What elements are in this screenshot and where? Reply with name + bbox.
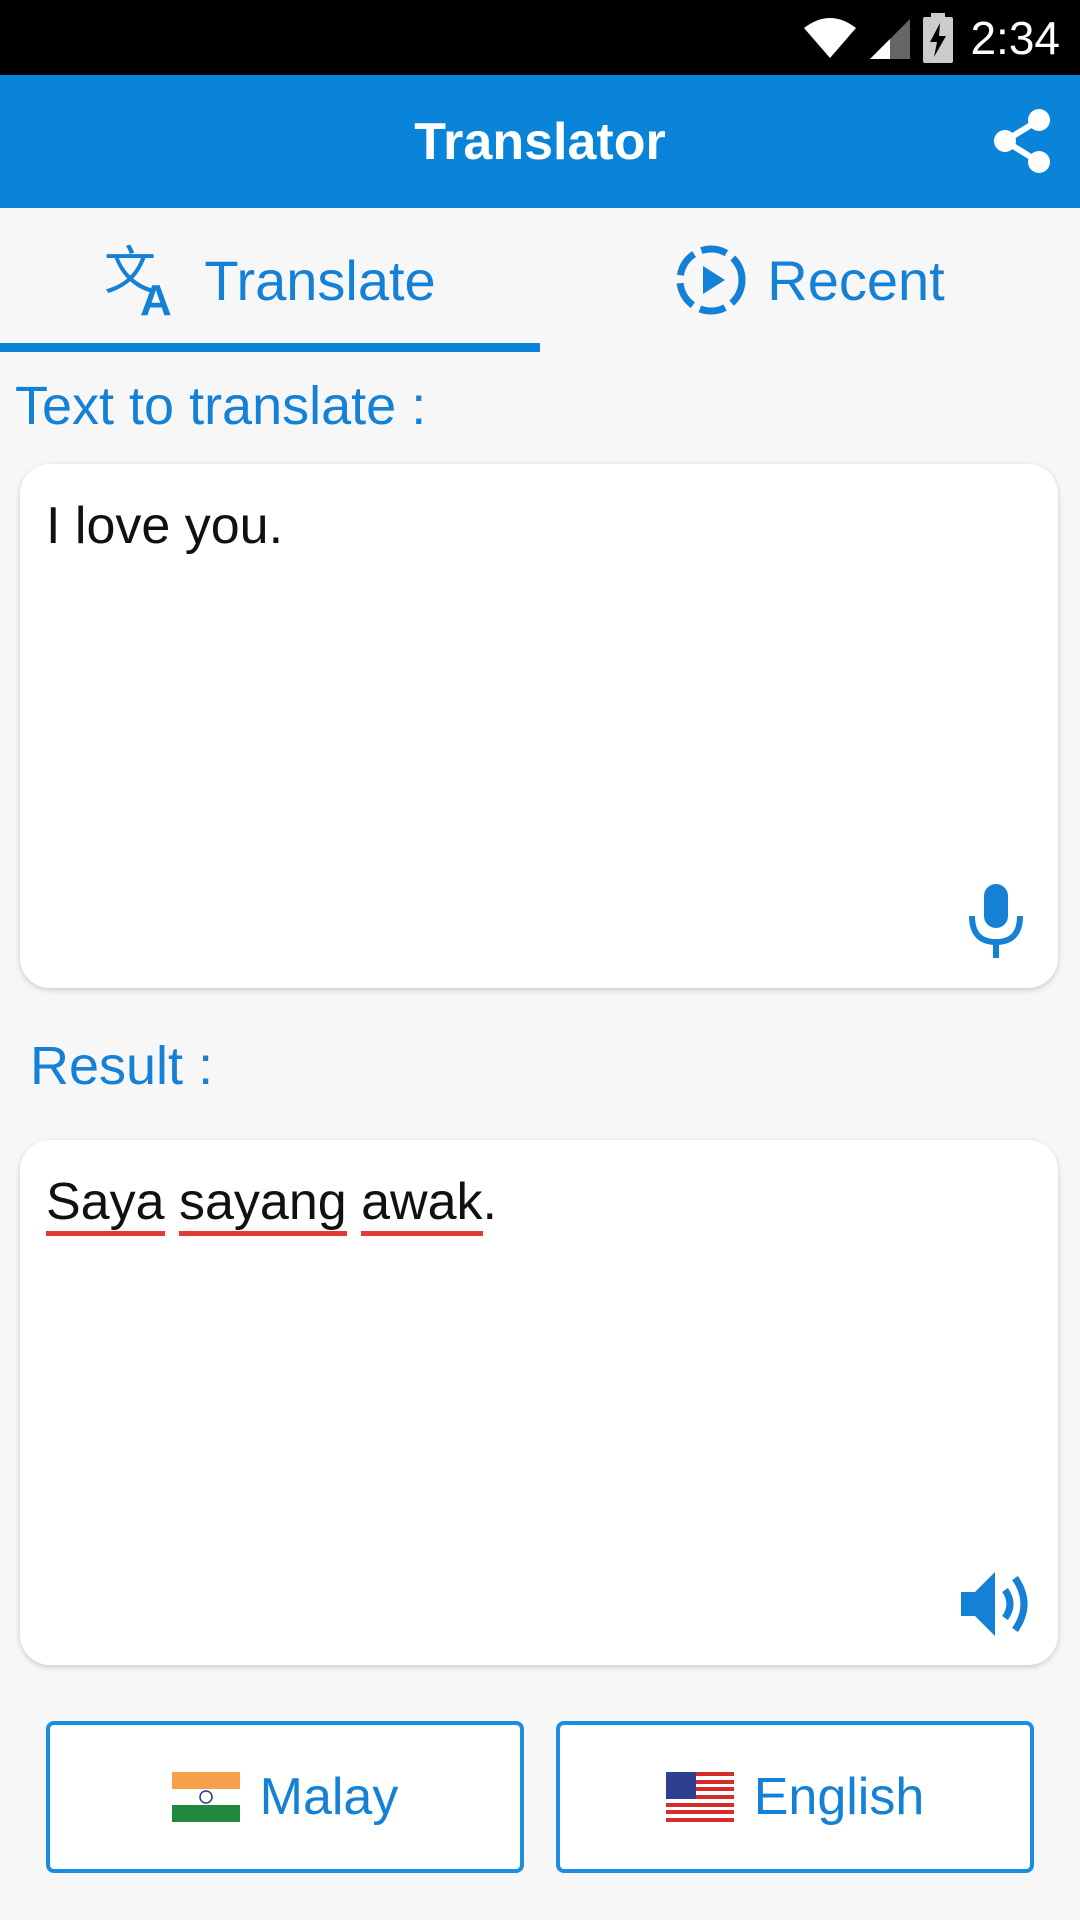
tab-recent-label: Recent: [767, 248, 945, 312]
status-bar: 2:34: [0, 0, 1080, 75]
app-bar: Translator: [0, 75, 1080, 208]
speaker-icon: [961, 1572, 1028, 1636]
speaker-button[interactable]: [952, 1559, 1042, 1649]
status-time: 2:34: [970, 11, 1060, 64]
result-punctuation: .: [482, 1173, 497, 1231]
app-title: Translator: [414, 112, 666, 171]
result-word: Saya: [46, 1173, 165, 1236]
tab-translate-label: Translate: [204, 248, 436, 312]
india-flag-icon: [171, 1772, 240, 1822]
status-icons: 2:34: [802, 0, 1060, 75]
target-language-button[interactable]: English: [556, 1721, 1034, 1873]
target-language-label: English: [753, 1768, 925, 1826]
result-label: Result :: [30, 1036, 214, 1096]
battery-charging-icon: [923, 12, 954, 63]
tab-translate[interactable]: 文 A Translate: [0, 208, 540, 352]
result-word: awak: [361, 1173, 483, 1236]
svg-text:A: A: [140, 276, 172, 317]
tab-indicator: [0, 343, 540, 352]
share-button[interactable]: [986, 105, 1058, 177]
source-language-label: Malay: [259, 1768, 399, 1826]
input-text-field[interactable]: I love you.: [46, 496, 1032, 556]
tab-bar: 文 A Translate Recent: [0, 208, 1080, 352]
source-language-button[interactable]: Malay: [46, 1721, 524, 1873]
input-label: Text to translate :: [15, 376, 427, 436]
share-icon: [994, 109, 1050, 173]
us-flag-icon: [665, 1772, 734, 1822]
microphone-icon: [969, 884, 1023, 958]
tab-recent[interactable]: Recent: [540, 208, 1080, 352]
wifi-icon: [804, 17, 857, 58]
result-text: Saya sayang awak.: [46, 1172, 1032, 1236]
input-card[interactable]: I love you.: [20, 464, 1058, 988]
recent-play-icon: [676, 245, 746, 315]
cell-signal-icon: [870, 18, 911, 59]
microphone-button[interactable]: [956, 870, 1036, 970]
result-word: sayang: [178, 1173, 347, 1236]
translate-icon: 文 A: [104, 243, 172, 317]
result-card: Saya sayang awak.: [20, 1140, 1058, 1665]
